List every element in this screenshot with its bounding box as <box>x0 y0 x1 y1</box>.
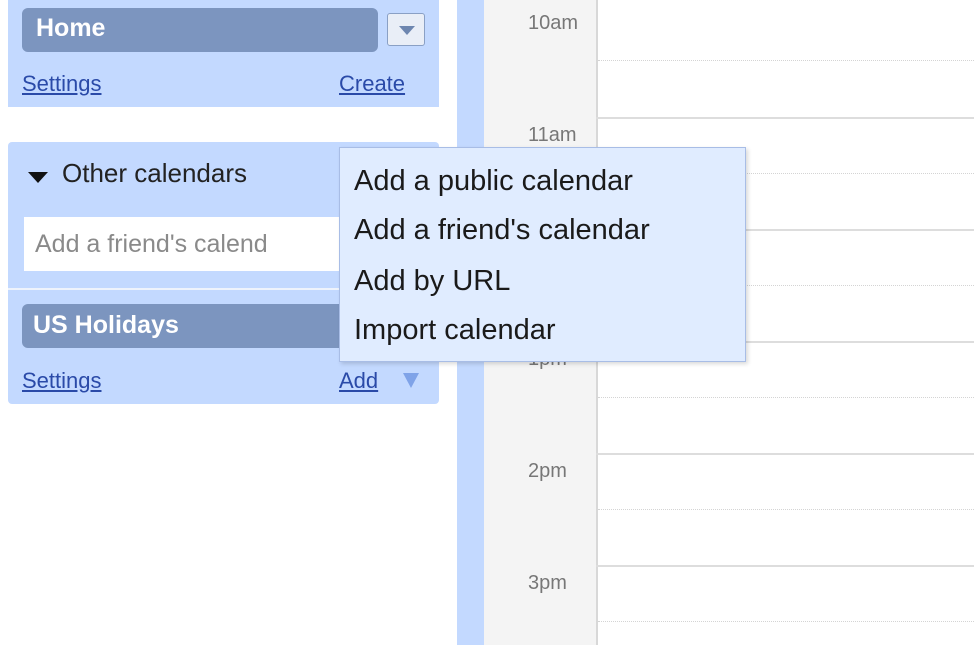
menu-item-import-calendar[interactable]: Import calendar <box>354 314 556 347</box>
add-friend-calendar-input[interactable] <box>24 217 354 271</box>
time-label-11am: 11am <box>528 124 577 146</box>
add-dropdown-arrow-icon[interactable] <box>403 373 419 388</box>
hour-line <box>596 117 974 119</box>
time-label-3pm: 3pm <box>528 572 567 594</box>
time-label-2pm: 2pm <box>528 460 567 482</box>
other-calendars-header[interactable]: Other calendars <box>62 158 247 189</box>
create-calendar-link[interactable]: Create <box>339 71 405 97</box>
half-hour-line <box>598 621 974 622</box>
half-hour-line <box>598 397 974 398</box>
calendar-item-label: US Holidays <box>33 311 179 339</box>
calendar-item-label: Home <box>36 14 106 42</box>
menu-item-add-public-calendar[interactable]: Add a public calendar <box>354 165 633 198</box>
half-hour-line <box>598 60 974 61</box>
other-calendars-settings-link[interactable]: Settings <box>22 368 102 394</box>
calendar-options-dropdown[interactable] <box>387 13 425 46</box>
add-calendar-link[interactable]: Add <box>339 368 378 394</box>
hour-line <box>596 565 974 567</box>
menu-item-add-friends-calendar[interactable]: Add a friend's calendar <box>354 214 650 247</box>
my-calendars-settings-link[interactable]: Settings <box>22 71 102 97</box>
time-label-10am: 10am <box>528 12 579 34</box>
hour-line <box>596 453 974 455</box>
menu-item-add-by-url[interactable]: Add by URL <box>354 265 510 298</box>
half-hour-line <box>598 509 974 510</box>
add-calendar-menu: Add a public calendar Add a friend's cal… <box>339 147 746 362</box>
collapse-triangle-icon[interactable] <box>28 172 48 183</box>
